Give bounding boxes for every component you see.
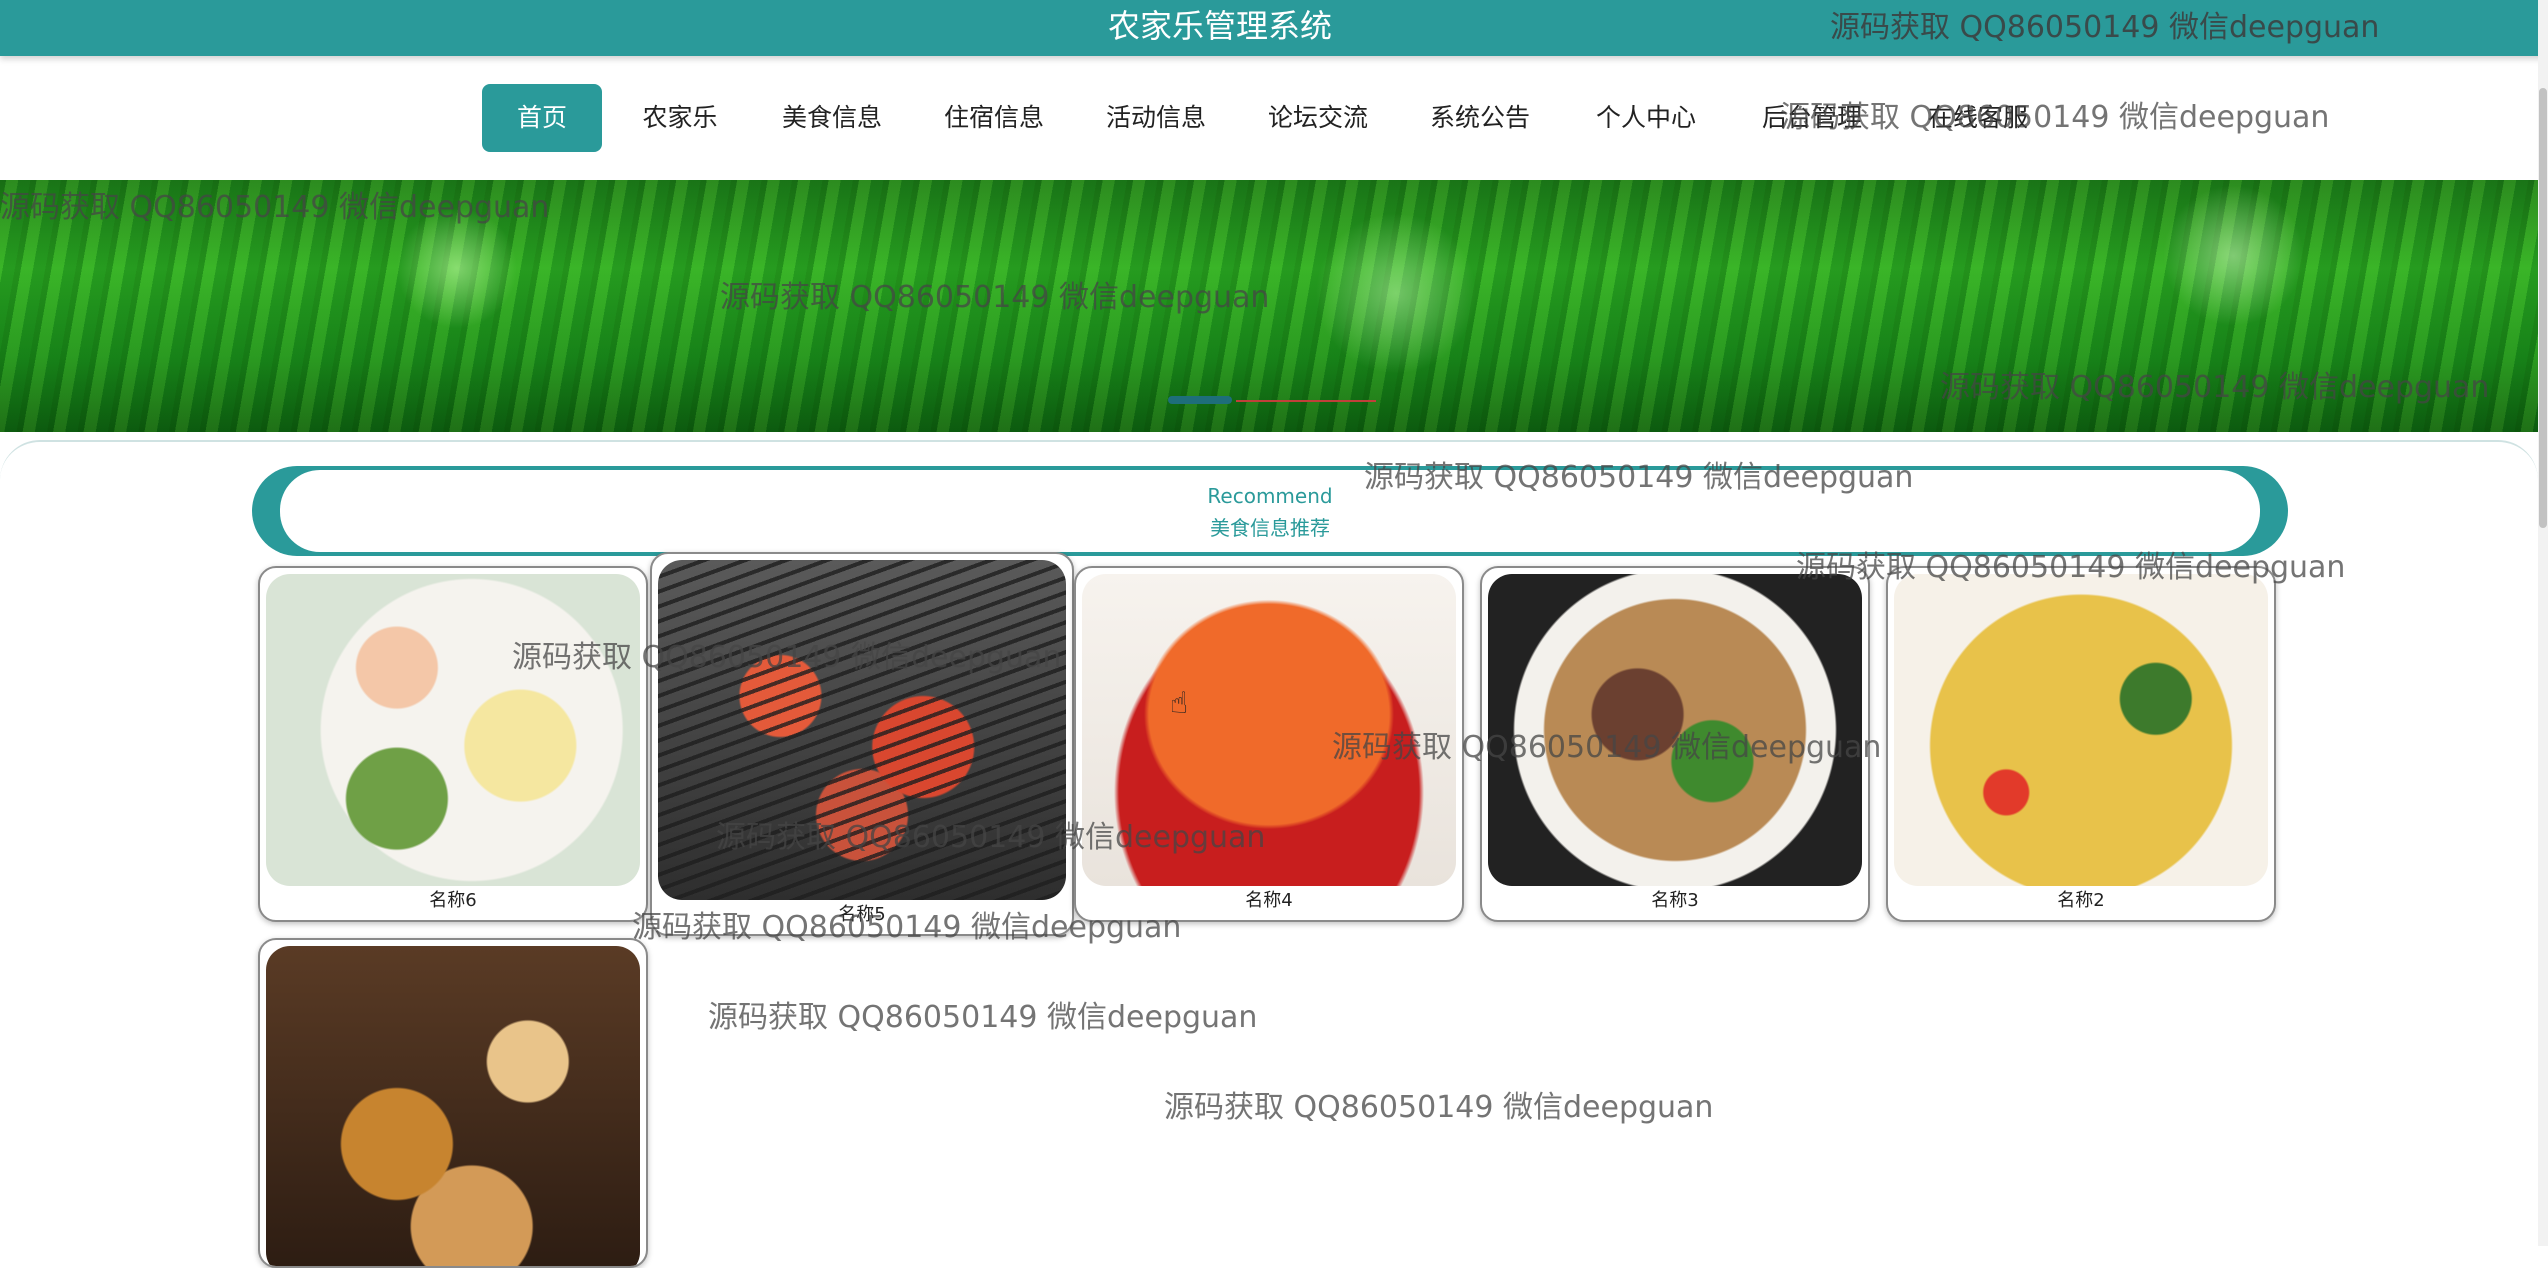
nav-home[interactable]: 首页 bbox=[482, 84, 602, 152]
food-image[interactable] bbox=[1082, 574, 1456, 886]
recommend-title-cn: 美食信息推荐 bbox=[1210, 516, 1330, 540]
food-card[interactable]: 名称2 bbox=[1886, 566, 2276, 922]
food-name: 名称2 bbox=[2057, 890, 2105, 911]
nav-support[interactable]: 在线客服 bbox=[1918, 84, 2038, 152]
banner-carousel bbox=[0, 180, 2538, 432]
food-name: 名称6 bbox=[429, 890, 477, 911]
hand-cursor-icon: ☝ bbox=[1170, 686, 1189, 721]
food-image[interactable] bbox=[1894, 574, 2268, 886]
food-image[interactable] bbox=[1488, 574, 1862, 886]
app-title: 农家乐管理系统 bbox=[1107, 7, 1332, 45]
page-scrollbar[interactable] bbox=[2538, 0, 2548, 1246]
nav-farmstay[interactable]: 农家乐 bbox=[630, 84, 730, 152]
nav-forum[interactable]: 论坛交流 bbox=[1258, 84, 1378, 152]
food-image[interactable] bbox=[266, 574, 640, 886]
carousel-indicator[interactable] bbox=[1236, 400, 1376, 402]
top-bar: 农家乐管理系统 bbox=[0, 0, 2548, 56]
food-card[interactable]: 名称4 bbox=[1074, 566, 1464, 922]
nav-activities[interactable]: 活动信息 bbox=[1096, 84, 1216, 152]
nav-profile[interactable]: 个人中心 bbox=[1586, 84, 1706, 152]
food-name: 名称4 bbox=[1245, 890, 1293, 911]
nav-admin[interactable]: 后台管理 bbox=[1752, 84, 1872, 152]
food-card[interactable]: 名称6 bbox=[258, 566, 648, 922]
food-image[interactable] bbox=[266, 946, 640, 1266]
food-name: 名称3 bbox=[1651, 890, 1699, 911]
food-image[interactable] bbox=[658, 560, 1066, 900]
nav-food[interactable]: 美食信息 bbox=[772, 84, 892, 152]
nav-lodging[interactable]: 住宿信息 bbox=[934, 84, 1054, 152]
food-card[interactable]: 名称3 bbox=[1480, 566, 1870, 922]
recommend-header bbox=[252, 466, 2288, 556]
scrollbar-thumb[interactable] bbox=[2539, 88, 2547, 528]
nav-announcements[interactable]: 系统公告 bbox=[1420, 84, 1540, 152]
food-card[interactable] bbox=[258, 938, 648, 1268]
food-name: 名称5 bbox=[838, 904, 886, 925]
food-card[interactable]: 名称5 bbox=[650, 552, 1074, 936]
recommend-title-en: Recommend bbox=[1207, 484, 1333, 508]
carousel-indicator-active[interactable] bbox=[1168, 396, 1232, 404]
